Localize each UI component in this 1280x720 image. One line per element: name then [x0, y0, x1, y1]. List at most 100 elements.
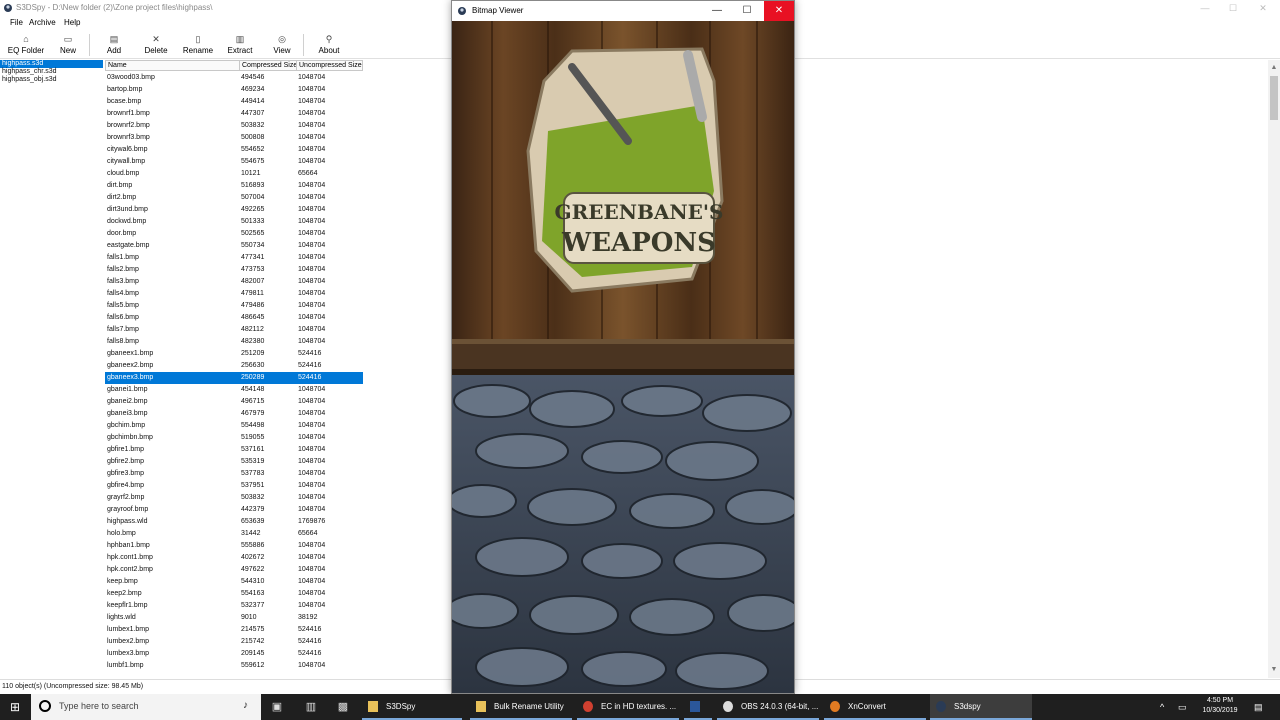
table-row[interactable]: lumbex3.bmp 209145 524416: [105, 648, 363, 660]
table-row[interactable]: dockwd.bmp 501333 1048704: [105, 216, 363, 228]
taskbar-app-obs[interactable]: OBS 24.0.3 (64-bit, ...: [717, 694, 819, 720]
taskbar-app-xnconvert[interactable]: XnConvert: [824, 694, 926, 720]
table-row[interactable]: falls5.bmp 479486 1048704: [105, 300, 363, 312]
maximize-button[interactable]: ☐: [1218, 0, 1248, 17]
taskbar-app-s3dspy-active[interactable]: S3dspy: [930, 694, 1032, 720]
add-button[interactable]: ▤ Add: [102, 33, 126, 58]
table-row[interactable]: cloud.bmp 10121 65664: [105, 168, 363, 180]
table-row[interactable]: citywall.bmp 554675 1048704: [105, 156, 363, 168]
table-row[interactable]: brownrf2.bmp 503832 1048704: [105, 120, 363, 132]
column-header-compressed-size[interactable]: Compressed Size: [239, 60, 297, 71]
table-row[interactable]: hpk.cont1.bmp 402672 1048704: [105, 552, 363, 564]
task-view-icon[interactable]: ▣: [266, 694, 288, 720]
pinned-app-icon[interactable]: ▥: [300, 694, 322, 720]
table-row[interactable]: bcase.bmp 449414 1048704: [105, 96, 363, 108]
menu-file[interactable]: File: [10, 18, 23, 27]
table-row[interactable]: dirt2.bmp 507004 1048704: [105, 192, 363, 204]
taskbar-app-bulk-rename[interactable]: Bulk Rename Utility: [470, 694, 572, 720]
table-row[interactable]: lumbex1.bmp 214575 524416: [105, 624, 363, 636]
table-row[interactable]: keepflr1.bmp 532377 1048704: [105, 600, 363, 612]
table-row[interactable]: eastgate.bmp 550734 1048704: [105, 240, 363, 252]
column-header-uncompressed-size[interactable]: Uncompressed Size: [296, 60, 363, 71]
table-row[interactable]: gbanei2.bmp 496715 1048704: [105, 396, 363, 408]
eq-folder-button[interactable]: ⌂ EQ Folder: [6, 33, 46, 58]
menu-archive[interactable]: Archive: [29, 18, 56, 27]
scroll-down-icon[interactable]: ▼: [1268, 664, 1280, 676]
microphone-icon[interactable]: ♪: [243, 700, 248, 711]
viewer-maximize-button[interactable]: ☐: [732, 1, 762, 21]
table-row[interactable]: gbchimbn.bmp 519055 1048704: [105, 432, 363, 444]
table-row[interactable]: brownrf3.bmp 500808 1048704: [105, 132, 363, 144]
table-row[interactable]: holo.bmp 31442 65664: [105, 528, 363, 540]
table-row[interactable]: keep.bmp 544310 1048704: [105, 576, 363, 588]
table-row[interactable]: gbaneex2.bmp 256630 524416: [105, 360, 363, 372]
notifications-icon[interactable]: ▤: [1254, 694, 1263, 720]
table-row[interactable]: door.bmp 502565 1048704: [105, 228, 363, 240]
table-row[interactable]: gbfire4.bmp 537951 1048704: [105, 480, 363, 492]
table-row[interactable]: falls2.bmp 473753 1048704: [105, 264, 363, 276]
table-row[interactable]: bartop.bmp 469234 1048704: [105, 84, 363, 96]
table-row[interactable]: citywal6.bmp 554652 1048704: [105, 144, 363, 156]
table-row[interactable]: falls7.bmp 482112 1048704: [105, 324, 363, 336]
file-name-cell: bcase.bmp: [107, 98, 142, 105]
table-row[interactable]: dirt3und.bmp 492265 1048704: [105, 204, 363, 216]
table-row[interactable]: grayrf2.bmp 503832 1048704: [105, 492, 363, 504]
extract-button[interactable]: ▥ Extract: [226, 33, 254, 58]
taskbar-app-browser[interactable]: EC in HD textures. ...: [577, 694, 679, 720]
scroll-thumb[interactable]: [1270, 76, 1278, 120]
table-row[interactable]: 03wood03.bmp 494546 1048704: [105, 72, 363, 84]
table-row[interactable]: gbfire1.bmp 537161 1048704: [105, 444, 363, 456]
taskbar-app-word[interactable]: [684, 694, 712, 720]
table-row[interactable]: lumbf1.bmp 559612 1048704: [105, 660, 363, 672]
column-header-name[interactable]: Name: [105, 60, 240, 71]
close-button[interactable]: ✕: [1248, 0, 1278, 17]
table-row[interactable]: gbfire2.bmp 535319 1048704: [105, 456, 363, 468]
table-row[interactable]: gbaneex3.bmp 250289 524416: [105, 372, 363, 384]
network-icon[interactable]: ▭: [1178, 694, 1187, 720]
view-button[interactable]: ◎ View: [272, 33, 292, 58]
compressed-size-cell: 653639: [241, 518, 265, 525]
archive-item[interactable]: highpass_obj.s3d: [0, 76, 103, 84]
search-input[interactable]: Type here to search: [59, 701, 139, 711]
table-row[interactable]: gbchim.bmp 554498 1048704: [105, 420, 363, 432]
table-row[interactable]: hphban1.bmp 555886 1048704: [105, 540, 363, 552]
table-row[interactable]: falls1.bmp 477341 1048704: [105, 252, 363, 264]
about-button[interactable]: ⚲ About: [316, 33, 342, 58]
vertical-scrollbar[interactable]: ▲ ▼: [1268, 60, 1280, 678]
table-row[interactable]: lights.wld 9010 38192: [105, 612, 363, 624]
table-row[interactable]: highpass.wld 653639 1769876: [105, 516, 363, 528]
minimize-button[interactable]: —: [1190, 0, 1220, 17]
viewer-close-button[interactable]: ✕: [764, 1, 794, 21]
table-row[interactable]: gbanei1.bmp 454148 1048704: [105, 384, 363, 396]
table-row[interactable]: falls4.bmp 479811 1048704: [105, 288, 363, 300]
taskbar-app-s3dspy[interactable]: S3DSpy: [362, 694, 462, 720]
rename-button[interactable]: ▯ Rename: [182, 33, 214, 58]
system-clock[interactable]: 4:50 PM 10/30/2019: [1194, 696, 1246, 716]
archive-item[interactable]: highpass_chr.s3d: [0, 68, 103, 76]
table-row[interactable]: gbfire3.bmp 537783 1048704: [105, 468, 363, 480]
table-row[interactable]: hpk.cont2.bmp 497622 1048704: [105, 564, 363, 576]
viewer-minimize-button[interactable]: —: [702, 1, 732, 21]
menu-help[interactable]: Help: [64, 18, 80, 27]
compressed-size-cell: 503832: [241, 122, 265, 129]
table-row[interactable]: dirt.bmp 516893 1048704: [105, 180, 363, 192]
table-row[interactable]: gbaneex1.bmp 251209 524416: [105, 348, 363, 360]
table-row[interactable]: falls6.bmp 486645 1048704: [105, 312, 363, 324]
tray-chevron-icon[interactable]: ^: [1160, 694, 1164, 720]
table-row[interactable]: grayroof.bmp 442379 1048704: [105, 504, 363, 516]
compressed-size-cell: 469234: [241, 86, 265, 93]
table-row[interactable]: falls8.bmp 482380 1048704: [105, 336, 363, 348]
windows-start-icon[interactable]: ⊞: [0, 694, 30, 720]
delete-button[interactable]: ✕ Delete: [143, 33, 169, 58]
table-row[interactable]: falls3.bmp 482007 1048704: [105, 276, 363, 288]
file-name-cell: lumbex3.bmp: [107, 650, 150, 657]
archive-item[interactable]: highpass.s3d: [0, 60, 103, 68]
table-row[interactable]: lumbex2.bmp 215742 524416: [105, 636, 363, 648]
table-row[interactable]: gbanei3.bmp 467979 1048704: [105, 408, 363, 420]
pinned-app-icon[interactable]: ▩: [332, 694, 354, 720]
table-row[interactable]: brownrf1.bmp 447307 1048704: [105, 108, 363, 120]
table-row[interactable]: keep2.bmp 554163 1048704: [105, 588, 363, 600]
taskbar-search[interactable]: Type here to search ♪: [31, 694, 261, 720]
new-button[interactable]: ▭ New: [56, 33, 80, 58]
scroll-up-icon[interactable]: ▲: [1268, 62, 1280, 74]
